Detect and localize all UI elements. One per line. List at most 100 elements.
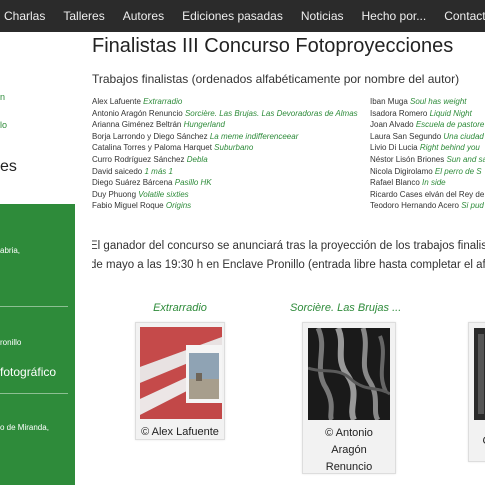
event-location-text: ronillo <box>0 338 22 347</box>
card-caption: © Antonio Aragón Renuncio <box>308 425 390 476</box>
finalist-author: Duy Phuong <box>92 189 137 199</box>
announcement: El ganador del concurso se anunciará tra… <box>92 237 485 275</box>
finalist-row: Livio Di Lucia Right behind you <box>370 142 485 154</box>
sidebar-heading: es <box>0 158 17 175</box>
finalist-row: Isadora Romero Liquid Night <box>370 108 485 120</box>
event-title[interactable]: fotográfico <box>0 365 56 379</box>
finalist-row: Catalina Torres y Paloma Harquet Suburba… <box>92 142 362 154</box>
finalists-list-right: Iban Muga Soul has weight Isadora Romero … <box>370 96 485 212</box>
finalist-author: Ricardo Cases elván del Rey de <box>370 189 485 199</box>
nav-talleres[interactable]: Talleres <box>54 0 113 32</box>
sidebar-top: n lo es <box>0 32 75 204</box>
card-title[interactable]: Extrarradio <box>135 302 225 314</box>
card-frame: © Antonio Aragón Renuncio <box>302 322 396 474</box>
finalist-author: Fabio Miguel Roque <box>92 201 164 211</box>
nav-noticias[interactable]: Noticias <box>292 0 353 32</box>
finalist-work-link[interactable]: Right behind you <box>420 143 480 152</box>
finalist-row: Nicola Digirolamo El perro de S <box>370 166 485 178</box>
finalist-card[interactable]: Extrarradio © Alex Lafuente <box>135 302 225 440</box>
finalist-author: Alex Lafuente <box>92 97 141 106</box>
finalist-author: Laura San Segundo <box>370 131 442 141</box>
finalist-author: David saicedo <box>92 166 143 176</box>
finalist-row: Fabio Miguel Roque Origins <box>92 200 362 212</box>
finalist-work-link[interactable]: El perro de S <box>435 167 482 176</box>
finalist-row: Joan Alvado Escuela de pastore <box>370 119 485 131</box>
finalist-card[interactable]: Gi <box>468 322 485 462</box>
finalist-author: Catalina Torres y Paloma Harquet <box>92 143 212 153</box>
extrarradio-photo[interactable] <box>140 327 222 419</box>
announcement-line: El ganador del concurso se anunciará tra… <box>92 240 485 252</box>
finalist-row: Antonio Aragón Renuncio Sorcière. Las Br… <box>92 108 362 120</box>
finalist-photo[interactable] <box>474 328 485 420</box>
finalist-row: David saicedo 1 más 1 <box>92 166 362 178</box>
divider <box>0 393 68 394</box>
nav-ediciones-pasadas[interactable]: Ediciones pasadas <box>173 0 292 32</box>
sidebar-events-panel: abria, ronillo fotográfico o de Miranda, <box>0 204 75 485</box>
finalist-row: Arianna Giménez Beltrán Hungerland <box>92 119 362 131</box>
card-caption: © Alex Lafuente <box>141 426 219 438</box>
announcement-line: de mayo a las 19:30 h en Enclave Pronill… <box>92 259 485 271</box>
finalist-work-link[interactable]: Pasillo HK <box>175 178 212 187</box>
finalist-work-link[interactable]: 1 más 1 <box>144 167 172 176</box>
nav-contacto[interactable]: Contacto <box>435 0 485 32</box>
sorciere-photo[interactable] <box>307 326 391 422</box>
main-content: Finalistas III Concurso Fotoproyecciones… <box>92 32 485 485</box>
nav-charlas[interactable]: Charlas <box>0 0 54 32</box>
finalist-work-link[interactable]: Origins <box>166 201 191 210</box>
finalist-work-link[interactable]: Debla <box>187 155 208 164</box>
finalist-work-link[interactable]: Sun and sa <box>447 155 485 164</box>
card-frame: Gi <box>468 322 485 462</box>
finalists-subtitle: Trabajos finalistas (ordenados alfabétic… <box>92 72 460 86</box>
finalist-work-link[interactable]: Volatile sixties <box>138 190 188 199</box>
finalist-row: Duy Phuong Volatile sixties <box>92 189 362 201</box>
finalist-work-link[interactable]: Liquid Night <box>430 109 472 118</box>
sidebar-link-fragment[interactable]: n <box>0 92 5 102</box>
finalist-author: Iban Muga <box>370 97 408 106</box>
finalist-row: Néstor Lisón Briones Sun and sa <box>370 154 485 166</box>
finalist-row: Teodoro Hernando Acero Si pud <box>370 200 485 212</box>
finalist-work-link[interactable]: Hungerland <box>184 120 225 129</box>
finalist-row: Iban Muga Soul has weight <box>370 96 485 108</box>
finalist-author: Arianna Giménez Beltrán <box>92 120 182 130</box>
card-title[interactable]: Sorcière. Las Brujas ... <box>290 302 401 314</box>
finalist-row: Curro Rodríguez Sánchez Debla <box>92 154 362 166</box>
divider <box>0 306 68 307</box>
finalist-work-link[interactable]: Una ciudad <box>443 132 483 141</box>
caption-line: Renuncio <box>325 461 373 473</box>
card-frame: © Alex Lafuente <box>135 322 225 440</box>
caption-line: © Antonio <box>325 427 373 439</box>
finalist-author: Teodoro Hernando Acero <box>370 201 459 211</box>
finalists-list-left: Alex Lafuente Extrarradio Antonio Aragón … <box>92 96 362 212</box>
finalist-author: Livio Di Lucia <box>370 143 418 153</box>
top-nav: Charlas Talleres Autores Ediciones pasad… <box>0 0 485 32</box>
finalist-work-link[interactable]: La meme indifferenceear <box>210 132 299 141</box>
finalist-author: Rafael Blanco <box>370 178 420 188</box>
finalist-row: Alex Lafuente Extrarradio <box>92 96 362 108</box>
finalist-work-link[interactable]: Extrarradio <box>143 97 182 106</box>
sidebar-link-fragment[interactable]: lo <box>0 120 7 130</box>
finalist-row: Ricardo Cases elván del Rey de <box>370 189 485 201</box>
finalist-work-link[interactable]: Suburbano <box>214 143 253 152</box>
event-location-text: abria, <box>0 246 21 255</box>
finalist-card[interactable]: Sorcière. Las Brujas ... © Antonio Aragó… <box>290 302 401 474</box>
finalist-author: Curro Rodríguez Sánchez <box>92 154 185 164</box>
nav-autores[interactable]: Autores <box>114 0 173 32</box>
finalist-author: Antonio Aragón Renuncio <box>92 108 183 118</box>
finalist-work-link[interactable]: Sorcière. Las Brujas. Las Devoradoras de… <box>185 109 358 118</box>
finalist-author: Diego Suárez Bárcena <box>92 178 173 188</box>
finalist-cards: Extrarradio © Alex Lafuente Sorcière. La… <box>92 302 485 485</box>
finalist-author: Nicola Digirolamo <box>370 166 433 176</box>
nav-hecho-por[interactable]: Hecho por... <box>353 0 436 32</box>
caption-line: Aragón <box>331 444 367 456</box>
finalist-author: Isadora Romero <box>370 108 428 118</box>
finalist-author: Joan Alvado <box>370 120 414 130</box>
finalist-work-link[interactable]: Escuela de pastore <box>416 120 485 129</box>
finalist-author: Néstor Lisón Briones <box>370 154 445 164</box>
finalist-work-link[interactable]: In side <box>422 178 446 187</box>
finalist-work-link[interactable]: Si pud <box>461 201 484 210</box>
finalist-work-link[interactable]: Soul has weight <box>410 97 466 106</box>
finalist-row: Diego Suárez Bárcena Pasillo HK <box>92 177 362 189</box>
page-title: Finalistas III Concurso Fotoproyecciones <box>92 35 454 57</box>
finalist-row: Borja Larrondo y Diego Sánchez La meme i… <box>92 131 362 143</box>
finalist-row: Laura San Segundo Una ciudad <box>370 131 485 143</box>
